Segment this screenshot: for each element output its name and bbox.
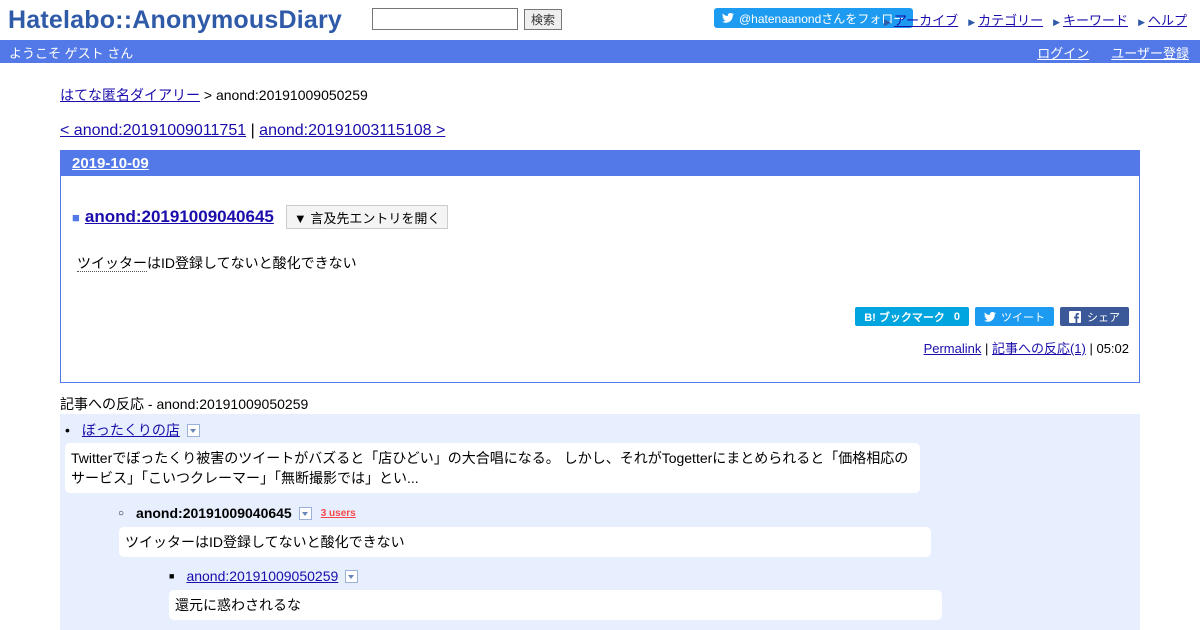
dropdown-toggle-icon[interactable] [186,423,200,437]
site-logo[interactable]: Hatelabo::AnonymousDiary [8,6,342,35]
user-bar: ようこそ ゲスト さん ログイン ユーザー登録 [0,40,1200,63]
next-entry-link[interactable]: anond:20191003115108 > [259,122,445,139]
disc-bullet-icon: • [65,422,70,438]
dropdown-toggle-icon[interactable] [298,506,312,520]
entry-title-link[interactable]: anond:20191009040645 [85,207,274,227]
nav-item-archive[interactable]: ▶ アーカイブ [884,10,958,29]
entry-section: 2019-10-09 ■ anond:20191009040645 ▼ 言及先エ… [60,150,1140,383]
entry-body-text: はID登録してないと酸化できない [147,255,357,271]
welcome-text: ようこそ ゲスト さん [9,46,134,61]
nav-keyword-link[interactable]: キーワード [1063,13,1128,28]
facebook-icon [1069,310,1081,323]
arrow-right-icon: ▶ [1138,17,1145,27]
follow-label: @hatenaanondさんをフォロー [739,11,906,26]
entry-pager: < anond:20191009011751 | anond:201910031… [60,122,445,140]
circle-bullet-icon: ○ [118,507,125,519]
breadcrumb-current: anond:20191009050259 [215,87,368,103]
square-icon: ■ [72,209,80,225]
open-referenced-entry-button[interactable]: ▼ 言及先エントリを開く [285,205,449,229]
footer-separator: | [981,341,992,356]
tweet-label: ツイート [1001,311,1045,324]
nav-item-keyword[interactable]: ▶ キーワード [1053,10,1128,29]
reaction-title: anond:20191009040645 [136,505,292,521]
login-link[interactable]: ログイン [1037,43,1089,62]
breadcrumb-home-link[interactable]: はてな匿名ダイアリー [60,87,200,103]
nav-item-help[interactable]: ▶ ヘルプ [1138,10,1187,29]
tweet-button[interactable]: ツイート [975,307,1054,326]
bookmark-users-badge[interactable]: 3 users [321,508,356,519]
breadcrumb-separator: > [200,87,216,103]
entry-body: ツイッターはID登録してないと酸化できない [77,253,357,273]
pager-separator: | [246,122,260,139]
reaction-item: • ぼったくりの店 [65,420,200,440]
register-link[interactable]: ユーザー登録 [1111,43,1189,62]
twitter-bird-icon [722,13,734,23]
breadcrumb: はてな匿名ダイアリー > anond:20191009050259 [60,85,368,105]
arrow-right-icon: ▶ [1053,17,1061,27]
entry-date-link[interactable]: 2019-10-09 [72,155,149,172]
keyword-link[interactable]: ツイッター [77,255,147,272]
share-buttons: B! ブックマーク 0 ツイート シェア [855,307,1129,326]
reaction-item: ○ anond:20191009040645 3 users [118,505,356,521]
reaction-excerpt: Twitterでぼったくり被害のツイートがバズると「店ひどい」の大合唱になる。 … [65,443,920,493]
search-button[interactable]: 検索 [524,9,563,30]
hatena-bookmark-button[interactable]: B! ブックマーク 0 [855,307,969,326]
nav-category-link[interactable]: カテゴリー [978,13,1043,28]
arrow-right-icon: ▶ [884,17,891,27]
arrow-right-icon: ▶ [968,17,976,27]
bookmark-label: B! ブックマーク [864,311,945,324]
dropdown-toggle-icon[interactable] [345,569,359,583]
square-bullet-icon: ■ [169,571,175,581]
reaction-item: ■ anond:20191009050259 [169,568,359,584]
entry-footer: Permalink | 記事への反応(1) | 05:02 [924,338,1129,357]
reaction-excerpt: ツイッターはID登録してないと酸化できない [119,527,931,557]
prev-entry-link[interactable]: < anond:20191009011751 [60,122,246,139]
reactions-tree: • ぼったくりの店 Twitterでぼったくり被害のツイートがバズると「店ひどい… [60,414,1140,630]
reaction-title-link[interactable]: ぼったくりの店 [82,420,180,440]
bookmark-count: 0 [953,310,960,323]
facebook-share-button[interactable]: シェア [1060,307,1129,326]
nav-links: ▶ アーカイブ ▶ カテゴリー ▶ キーワード ▶ ヘルプ [884,10,1187,29]
share-label: シェア [1087,311,1120,324]
search-input[interactable] [372,8,518,30]
nav-help-link[interactable]: ヘルプ [1148,13,1187,28]
entry-title-row: ■ anond:20191009040645 ▼ 言及先エントリを開く [72,205,449,229]
reaction-excerpt: 還元に惑わされるな [169,590,942,620]
nav-archive-link[interactable]: アーカイブ [894,13,958,28]
account-links: ログイン ユーザー登録 [1037,43,1189,62]
date-header: 2019-10-09 [61,151,1139,176]
top-bar: Hatelabo::AnonymousDiary 検索 @hatenaanond… [0,0,1200,40]
entry-time: | 05:02 [1085,341,1129,356]
reactions-count-link[interactable]: 記事への反応(1) [992,341,1086,356]
permalink-link[interactable]: Permalink [924,341,982,356]
nav-item-category[interactable]: ▶ カテゴリー [968,10,1043,29]
reaction-title-link[interactable]: anond:20191009050259 [186,568,338,584]
twitter-bird-icon [984,311,996,322]
